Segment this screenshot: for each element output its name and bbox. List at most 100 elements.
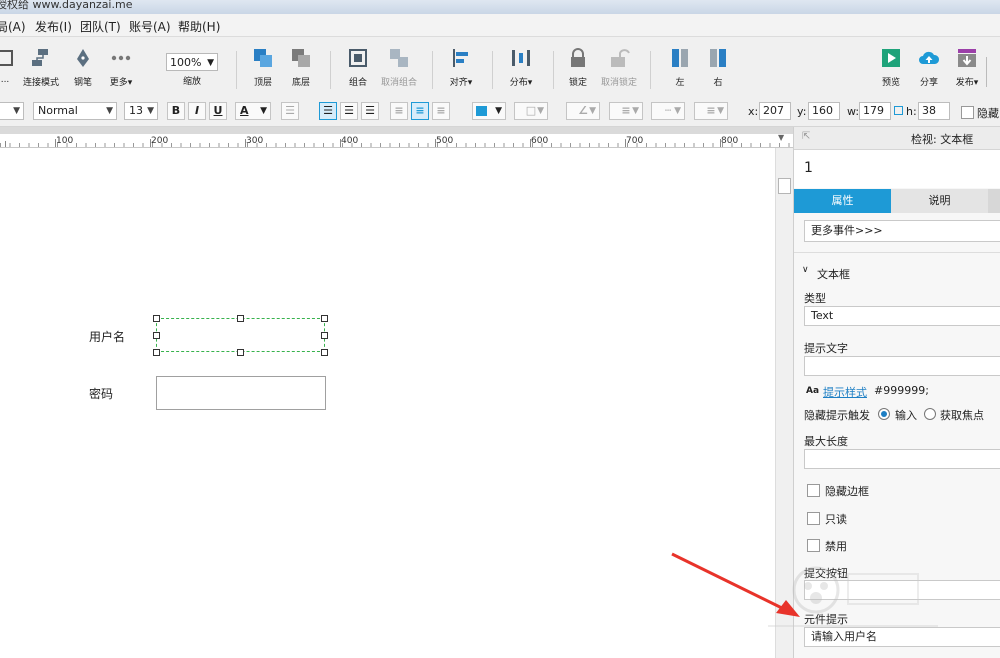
radio-input-label: 输入 (895, 409, 917, 422)
align-center-text-button[interactable]: ☰ (340, 102, 358, 120)
resize-handle-s[interactable] (237, 349, 244, 356)
valign-top-icon: ≡ (394, 104, 404, 117)
chevron-down-icon: ▼ (260, 106, 267, 116)
distribute-icon (512, 50, 530, 66)
font-size-select[interactable]: 13 ▼ (124, 102, 158, 120)
w-label: w: (847, 105, 860, 118)
h-input[interactable]: 38 (918, 102, 950, 120)
horizontal-ruler: ▼ 100 200 300 400 500 600 700 800 (0, 127, 793, 148)
line-color-button[interactable]: ∠ ▼ (566, 102, 600, 120)
hint-style-link[interactable]: 提示样式 (823, 384, 867, 400)
hint-text-input[interactable] (804, 356, 1000, 376)
x-label: x: (748, 105, 759, 118)
font-family-select[interactable]: ▼ (0, 102, 24, 120)
chevron-down-icon: ▼ (147, 106, 154, 116)
disabled-label: 禁用 (825, 540, 847, 553)
chevron-down-icon: ▼ (106, 106, 113, 116)
resize-handle-ne[interactable] (321, 315, 328, 322)
zoom-select[interactable]: 100% ▼ (166, 53, 218, 71)
valign-middle-button[interactable]: ≡ (411, 102, 429, 120)
valign-top-button[interactable]: ≡ (390, 102, 408, 120)
chevron-down-icon: ▼ (674, 106, 681, 116)
radio-focus-trigger[interactable] (924, 408, 936, 420)
cloud-upload-icon (919, 51, 940, 64)
tb-distribute[interactable]: 分布▾ (496, 47, 546, 88)
h-label: h: (906, 105, 917, 118)
tb-send-to-back[interactable]: 底层 (276, 47, 326, 88)
tab-properties-label: 属性 (831, 194, 854, 207)
text-color-button[interactable]: A ▼ (235, 102, 271, 120)
tab-overflow[interactable] (988, 189, 1000, 213)
line-style-button[interactable]: ┄ ▼ (651, 102, 685, 120)
shadow-button[interactable]: □ ▼ (514, 102, 548, 120)
zoom-value: 100% (170, 56, 202, 69)
x-input[interactable]: 207 (759, 102, 791, 120)
tb-right[interactable]: 右 (693, 47, 743, 88)
align-right-panel-icon (710, 49, 726, 67)
chevron-down-icon[interactable]: ▼ (778, 133, 784, 142)
tb-unlock[interactable]: 取消锁定 (594, 47, 644, 88)
collapse-chevron-icon[interactable]: ∨ (802, 265, 809, 275)
resize-handle-w[interactable] (153, 332, 160, 339)
section-textbox-title: 文本框 (817, 268, 850, 281)
menu-team[interactable]: 团队(T) (80, 18, 121, 35)
align-right-text-button[interactable]: ☰ (361, 102, 379, 120)
tb-ungroup[interactable]: 取消组合 (374, 47, 424, 88)
pen-icon (77, 49, 89, 67)
hide-checkbox[interactable] (961, 106, 974, 119)
list-button[interactable]: ☰ (281, 102, 299, 120)
resize-handle-n[interactable] (237, 315, 244, 322)
send-back-icon (292, 49, 310, 67)
radio-input-trigger[interactable] (878, 408, 890, 420)
y-input[interactable]: 160 (808, 102, 840, 120)
menu-publish[interactable]: 发布(I) (35, 18, 72, 35)
italic-button[interactable]: I (188, 102, 206, 120)
toolbar-divider (492, 51, 493, 89)
publish-download-icon (958, 49, 976, 67)
max-length-input[interactable] (804, 449, 1000, 469)
text-align-right-icon: ☰ (365, 104, 375, 117)
readonly-label: 只读 (825, 513, 847, 526)
align-left-text-button[interactable]: ☰ (319, 102, 337, 120)
inspector-title: 检视: 文本框 (911, 133, 974, 146)
menu-help[interactable]: 帮助(H) (178, 18, 220, 35)
username-textbox-selected[interactable] (156, 318, 325, 352)
readonly-checkbox[interactable] (807, 512, 820, 525)
design-canvas[interactable]: 用户名 密码 (0, 148, 775, 658)
valign-bottom-button[interactable]: ≡ (432, 102, 450, 120)
fill-color-button[interactable]: ▼ (472, 102, 506, 120)
bold-button[interactable]: B (167, 102, 185, 120)
tb-more[interactable]: 更多▾ (96, 47, 146, 88)
align-icon (453, 49, 468, 67)
menu-arrange[interactable]: 局(A) (0, 18, 26, 35)
more-events-button[interactable]: 更多事件>>> (804, 220, 1000, 242)
tab-notes[interactable]: 说明 (891, 189, 988, 213)
tab-properties[interactable]: 属性 (794, 189, 891, 213)
tb-align[interactable]: 对齐▾ (436, 47, 486, 88)
resize-handle-sw[interactable] (153, 349, 160, 356)
unlock-icon (611, 49, 630, 67)
type-select[interactable]: Text (804, 306, 1000, 326)
tb-publish[interactable]: 发布▾ (942, 47, 992, 88)
resize-handle-se[interactable] (321, 349, 328, 356)
widget-name-field[interactable]: 1 (794, 150, 1000, 188)
fill-color-swatch (476, 106, 487, 116)
resize-handle-e[interactable] (321, 332, 328, 339)
scrollbar-thumb[interactable] (778, 178, 791, 194)
chevron-down-icon: ▼ (717, 106, 724, 116)
connector-icon (32, 49, 48, 66)
line-width-button[interactable]: ≡ ▼ (609, 102, 643, 120)
chevron-down-icon: ▼ (632, 106, 639, 116)
w-input[interactable]: 179 (859, 102, 891, 120)
lock-ratio-icon[interactable] (894, 106, 903, 115)
menu-account[interactable]: 账号(A) (129, 18, 171, 35)
password-textbox[interactable] (156, 376, 326, 410)
resize-handle-nw[interactable] (153, 315, 160, 322)
menu-bar: 局(A) 发布(I) 团队(T) 账号(A) 帮助(H) (0, 14, 1000, 37)
underline-button[interactable]: U (209, 102, 227, 120)
hide-border-checkbox[interactable] (807, 484, 820, 497)
style-select[interactable]: Normal ▼ (33, 102, 117, 120)
arrow-style-button[interactable]: ≡ ▼ (694, 102, 728, 120)
hint-style-aa-icon: Aa (806, 386, 820, 396)
pin-icon[interactable]: ⇱ (802, 131, 810, 142)
